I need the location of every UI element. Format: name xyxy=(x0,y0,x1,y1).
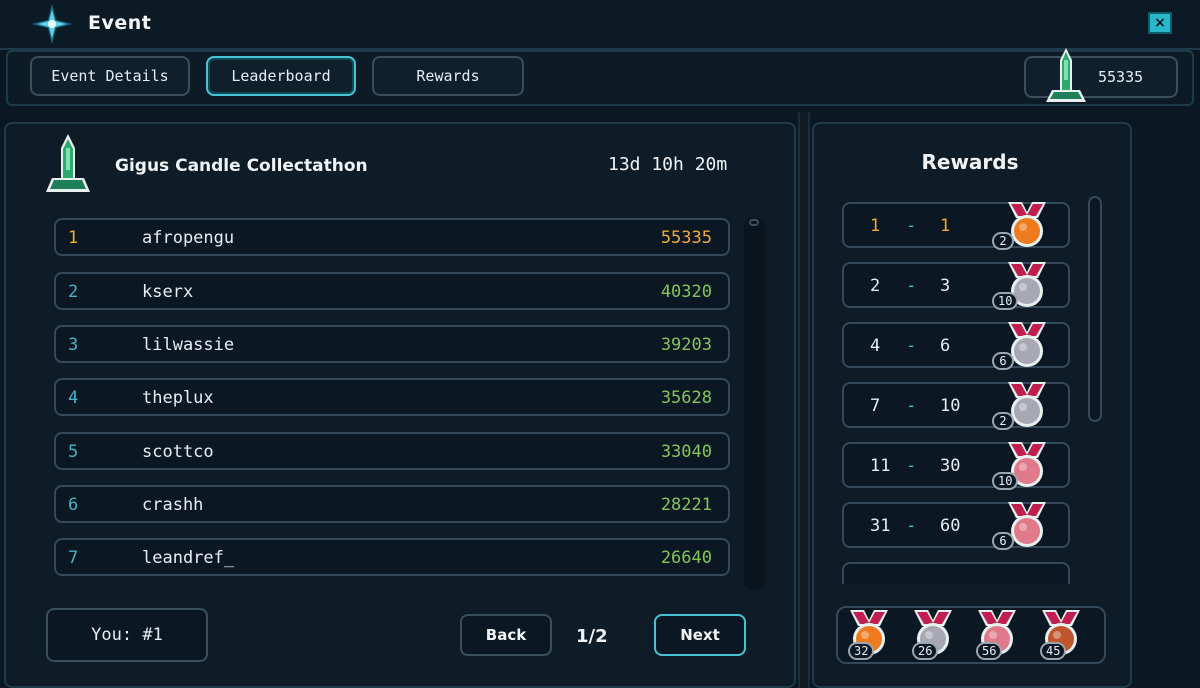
player-score: 39203 xyxy=(660,335,712,355)
player-score: 35628 xyxy=(660,388,712,408)
scrollbar-thumb[interactable] xyxy=(749,219,759,226)
event-timer: 13d 10h 20m xyxy=(608,154,728,175)
leaderboard-row[interactable]: 7 leandref_ 26640 xyxy=(54,538,730,576)
medal-count-badge: 32 xyxy=(848,642,875,660)
rank-number: 7 xyxy=(68,548,79,568)
tier-rank-from: 11 xyxy=(870,456,891,476)
page-indicator: 1/2 xyxy=(576,626,608,647)
tier-rank-to: 1 xyxy=(940,216,951,236)
rank-number: 4 xyxy=(68,388,79,408)
tier-rank-to: 60 xyxy=(940,516,961,536)
player-name: theplux xyxy=(142,388,214,408)
reward-count-badge: 6 xyxy=(992,352,1014,370)
rank-number: 1 xyxy=(68,228,79,248)
reward-tier-row-partial[interactable] xyxy=(842,562,1070,584)
tier-range-dash: - xyxy=(906,516,917,536)
candle-icon xyxy=(1046,48,1086,102)
tier-range-dash: - xyxy=(906,456,917,476)
tier-range-dash: - xyxy=(906,396,917,416)
tab-leaderboard[interactable]: Leaderboard xyxy=(206,56,356,96)
title-bar: Event xyxy=(0,0,1200,50)
back-button[interactable]: Back xyxy=(460,614,552,656)
player-name: lilwassie xyxy=(142,335,235,355)
reward-tier-row[interactable]: 31- 60 6 xyxy=(842,502,1070,550)
reward-count-badge: 10 xyxy=(992,472,1019,490)
player-name: scottco xyxy=(142,442,214,462)
reward-tier-row[interactable]: 1 - 1 2 xyxy=(842,202,1070,250)
leaderboard-row[interactable]: 6 crashh 28221 xyxy=(54,485,730,523)
reward-tier-row[interactable]: 11- 30 10 xyxy=(842,442,1070,490)
tier-range-dash: - xyxy=(906,336,917,356)
tier-rank-to: 3 xyxy=(940,276,951,296)
reward-count-badge: 6 xyxy=(992,532,1014,550)
leaderboard-scrollbar[interactable] xyxy=(744,218,766,590)
tier-rank-to: 10 xyxy=(940,396,961,416)
player-score: 40320 xyxy=(660,282,712,302)
tier-rank-to: 30 xyxy=(940,456,961,476)
tier-range-dash: - xyxy=(906,216,917,236)
leaderboard-row[interactable]: 3 lilwassie 39203 xyxy=(54,325,730,363)
medal-count-badge: 56 xyxy=(976,642,1003,660)
currency-display: 55335 xyxy=(1024,48,1178,102)
medal-count-badge: 45 xyxy=(1040,642,1067,660)
reward-tier-row[interactable]: 7 - 10 2 xyxy=(842,382,1070,430)
player-name: crashh xyxy=(142,495,204,515)
currency-value: 55335 xyxy=(1098,68,1144,86)
rank-number: 6 xyxy=(68,495,79,515)
tier-rank-from: 31 xyxy=(870,516,891,536)
player-score: 26640 xyxy=(660,548,712,568)
tier-rank-from: 7 xyxy=(870,396,881,416)
player-name: afropengu xyxy=(142,228,235,248)
tier-range-dash: - xyxy=(906,276,917,296)
player-score: 33040 xyxy=(660,442,712,462)
tier-rank-from: 4 xyxy=(870,336,881,356)
player-score: 55335 xyxy=(660,228,712,248)
tier-rank-from: 2 xyxy=(870,276,881,296)
leaderboard-row[interactable]: 4 theplux 35628 xyxy=(54,378,730,416)
reward-count-badge: 2 xyxy=(992,232,1014,250)
medal-inventory: 32 26 56 45 xyxy=(836,606,1106,664)
rewards-title: Rewards xyxy=(921,150,1019,174)
window-title: Event xyxy=(88,12,152,34)
close-button[interactable]: × xyxy=(1148,12,1172,34)
star-compass-icon xyxy=(32,4,72,44)
rank-number: 3 xyxy=(68,335,79,355)
player-name: leandref_ xyxy=(142,548,235,568)
rank-number: 5 xyxy=(68,442,79,462)
player-score: 28221 xyxy=(660,495,712,515)
tab-rewards[interactable]: Rewards xyxy=(372,56,524,96)
tier-rank-to: 6 xyxy=(940,336,951,356)
close-icon: × xyxy=(1154,15,1166,31)
tab-event-details[interactable]: Event Details xyxy=(30,56,190,96)
player-name: kserx xyxy=(142,282,194,302)
rank-number: 2 xyxy=(68,282,79,302)
panel-divider xyxy=(798,112,810,688)
medal-count-badge: 26 xyxy=(912,642,939,660)
leaderboard-row[interactable]: 5 scottco 33040 xyxy=(54,432,730,470)
reward-tier-row[interactable]: 4 - 6 6 xyxy=(842,322,1070,370)
leaderboard-row[interactable]: 1 afropengu 55335 xyxy=(54,218,730,256)
rewards-scrollbar[interactable] xyxy=(1088,196,1102,422)
event-name: Gigus Candle Collectathon xyxy=(115,156,368,176)
your-rank: You: #1 xyxy=(46,608,208,662)
leaderboard-row[interactable]: 2 kserx 40320 xyxy=(54,272,730,310)
reward-tier-list: 1-1 2 2-3 10 4-6 6 7-10 2 11-30 10 31-60 6 xyxy=(836,196,1086,584)
reward-count-badge: 2 xyxy=(992,412,1014,430)
candle-icon xyxy=(46,134,90,192)
reward-tier-row[interactable]: 2 - 3 10 xyxy=(842,262,1070,310)
next-button[interactable]: Next xyxy=(654,614,746,656)
tier-rank-from: 1 xyxy=(870,216,881,236)
reward-count-badge: 10 xyxy=(992,292,1019,310)
